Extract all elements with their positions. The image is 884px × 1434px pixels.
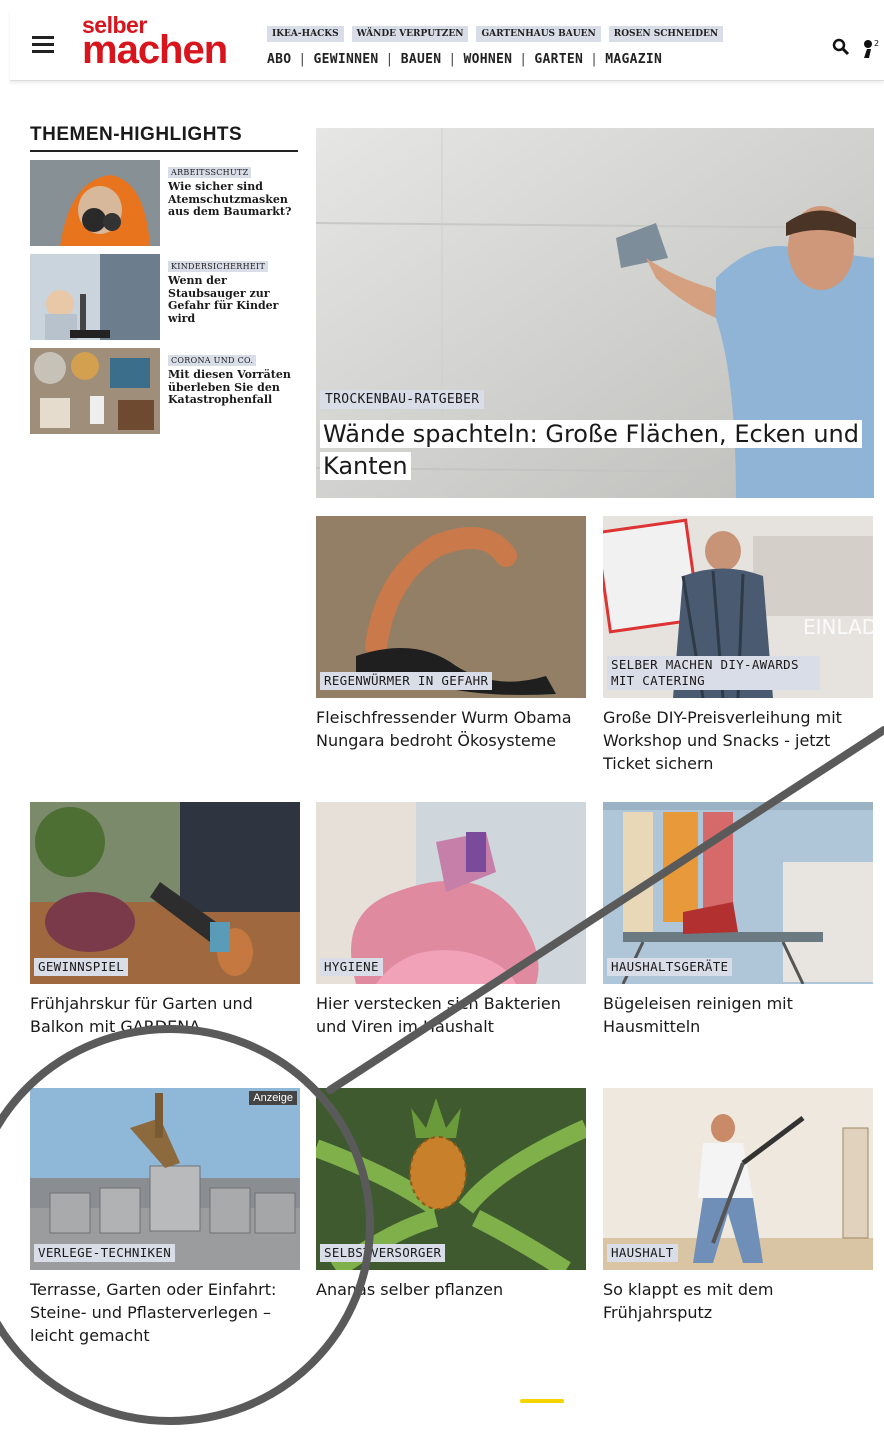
card-title[interactable]: Frühjahrskur für Garten und Balkon mit G…: [30, 992, 300, 1038]
card-title[interactable]: Bügeleisen reinigen mit Hausmitteln: [603, 992, 873, 1038]
highlight-title[interactable]: Wenn der Staubsauger zur Gefahr für Kind…: [168, 274, 298, 326]
card-title[interactable]: Fleischfressender Wurm Obama Nungara bed…: [316, 706, 586, 752]
logo-line-2: machen: [82, 28, 228, 72]
article-card[interactable]: HAUSHALTSGERÄTE Bügeleisen reinigen mit …: [603, 802, 873, 1038]
topic-tags: IKEA-HACKS WÄNDE VERPUTZEN GARTENHAUS BA…: [267, 26, 724, 42]
highlight-title[interactable]: Mit diesen Vorräten überleben Sie den Ka…: [168, 368, 298, 407]
card-image: SELBSTVERSORGER: [316, 1088, 586, 1270]
nav-garten[interactable]: GARTEN: [534, 52, 583, 67]
card-category: SELBSTVERSORGER: [320, 1243, 446, 1262]
card-category: HAUSHALTSGERÄTE: [607, 957, 733, 976]
nav-wohnen[interactable]: WOHNEN: [463, 52, 512, 67]
article-card[interactable]: REGENWÜRMER IN GEFAHR Fleischfressender …: [316, 516, 586, 752]
site-logo[interactable]: selber machen: [82, 14, 228, 72]
article-card[interactable]: SELBSTVERSORGER Ananas selber pflanzen: [316, 1088, 586, 1301]
card-category: SELBER MACHEN DIY-AWARDS MIT CATERING: [607, 655, 820, 690]
main-nav: ABO | GEWINNEN | BAUEN | WOHNEN | GARTEN | MAGAZIN: [267, 52, 663, 67]
nav-bauen[interactable]: BAUEN: [401, 52, 442, 67]
ad-badge: Anzeige: [249, 1091, 297, 1105]
nav-magazin[interactable]: MAGAZIN: [605, 52, 662, 67]
sidebar-heading: THEMEN-HIGHLIGHTS: [30, 124, 298, 152]
tag-rosen-schneiden[interactable]: ROSEN SCHNEIDEN: [608, 26, 724, 42]
user-icon[interactable]: 2: [860, 36, 884, 64]
highlight-item[interactable]: ARBEITSSCHUTZ Wie sicher sind Atemschutz…: [30, 160, 298, 246]
article-card[interactable]: HYGIENE Hier verstecken sich Bakterien u…: [316, 802, 586, 1038]
card-image: GEWINNSPIEL: [30, 802, 300, 984]
card-category: HYGIENE: [320, 957, 383, 976]
highlight-title[interactable]: Wie sicher sind Atemschutzmasken aus dem…: [168, 180, 298, 219]
hero-category: TROCKENBAU-RATGEBER: [320, 390, 485, 409]
card-category: VERLEGE-TECHNIKEN: [34, 1243, 176, 1262]
card-image: REGENWÜRMER IN GEFAHR: [316, 516, 586, 698]
article-card[interactable]: EINLADUNG SELBER MACHEN DIY-AWARDS MIT C…: [603, 516, 873, 776]
article-card[interactable]: GEWINNSPIEL Frühjahrskur für Garten und …: [30, 802, 300, 1038]
tag-gartenhaus-bauen[interactable]: GARTENHAUS BAUEN: [476, 26, 601, 42]
hero-title[interactable]: Wände spachteln: Große Flächen, Ecken un…: [320, 418, 870, 483]
card-image: HYGIENE: [316, 802, 586, 984]
card-title[interactable]: Ananas selber pflanzen: [316, 1278, 586, 1301]
mask-worker-image: [30, 160, 160, 246]
child-vacuum-image: [30, 254, 160, 340]
themen-highlights: THEMEN-HIGHLIGHTS ARBEITSSCHUTZ Wie sich…: [30, 124, 298, 434]
card-image: EINLADUNG SELBER MACHEN DIY-AWARDS MIT C…: [603, 516, 873, 698]
card-image-text: EINLADUNG: [803, 615, 873, 639]
card-category: REGENWÜRMER IN GEFAHR: [320, 671, 493, 690]
search-icon[interactable]: [832, 38, 850, 60]
highlight-category: ARBEITSSCHUTZ: [168, 167, 252, 178]
user-badge: 2: [874, 39, 879, 48]
card-title[interactable]: Terrasse, Garten oder Einfahrt: Steine- …: [30, 1278, 300, 1348]
highlight-category: CORONA UND CO.: [168, 355, 257, 366]
nav-gewinnen[interactable]: GEWINNEN: [314, 52, 379, 67]
card-image: HAUSHALT: [603, 1088, 873, 1270]
site-header: selber machen IKEA-HACKS WÄNDE VERPUTZEN…: [10, 10, 884, 81]
card-image: Anzeige VERLEGE-TECHNIKEN: [30, 1088, 300, 1270]
article-card[interactable]: HAUSHALT So klappt es mit dem Frühjahrsp…: [603, 1088, 873, 1324]
loading-indicator: [520, 1399, 564, 1403]
supplies-image: [30, 348, 160, 434]
card-image: HAUSHALTSGERÄTE: [603, 802, 873, 984]
tag-ikea-hacks[interactable]: IKEA-HACKS: [267, 26, 344, 42]
highlight-item[interactable]: CORONA UND CO. Mit diesen Vorräten überl…: [30, 348, 298, 434]
card-category: HAUSHALT: [607, 1243, 678, 1262]
highlight-item[interactable]: KINDERSICHERHEIT Wenn der Staubsauger zu…: [30, 254, 298, 340]
menu-icon[interactable]: [32, 36, 54, 57]
highlight-category: KINDERSICHERHEIT: [168, 261, 269, 272]
tag-waende-verputzen[interactable]: WÄNDE VERPUTZEN: [351, 26, 469, 42]
hero-article[interactable]: TROCKENBAU-RATGEBER Wände spachteln: Gro…: [316, 128, 874, 498]
hero-title-text: Wände spachteln: Große Flächen, Ecken un…: [320, 420, 862, 481]
nav-abo[interactable]: ABO: [267, 52, 291, 67]
card-title[interactable]: So klappt es mit dem Frühjahrsputz: [603, 1278, 873, 1324]
article-card[interactable]: Anzeige VERLEGE-TECHNIKEN Terrasse, Gart…: [30, 1088, 300, 1348]
card-title[interactable]: Große DIY-Preisverleihung mit Workshop u…: [603, 706, 873, 776]
card-category: GEWINNSPIEL: [34, 957, 129, 976]
card-title[interactable]: Hier verstecken sich Bakterien und Viren…: [316, 992, 586, 1038]
